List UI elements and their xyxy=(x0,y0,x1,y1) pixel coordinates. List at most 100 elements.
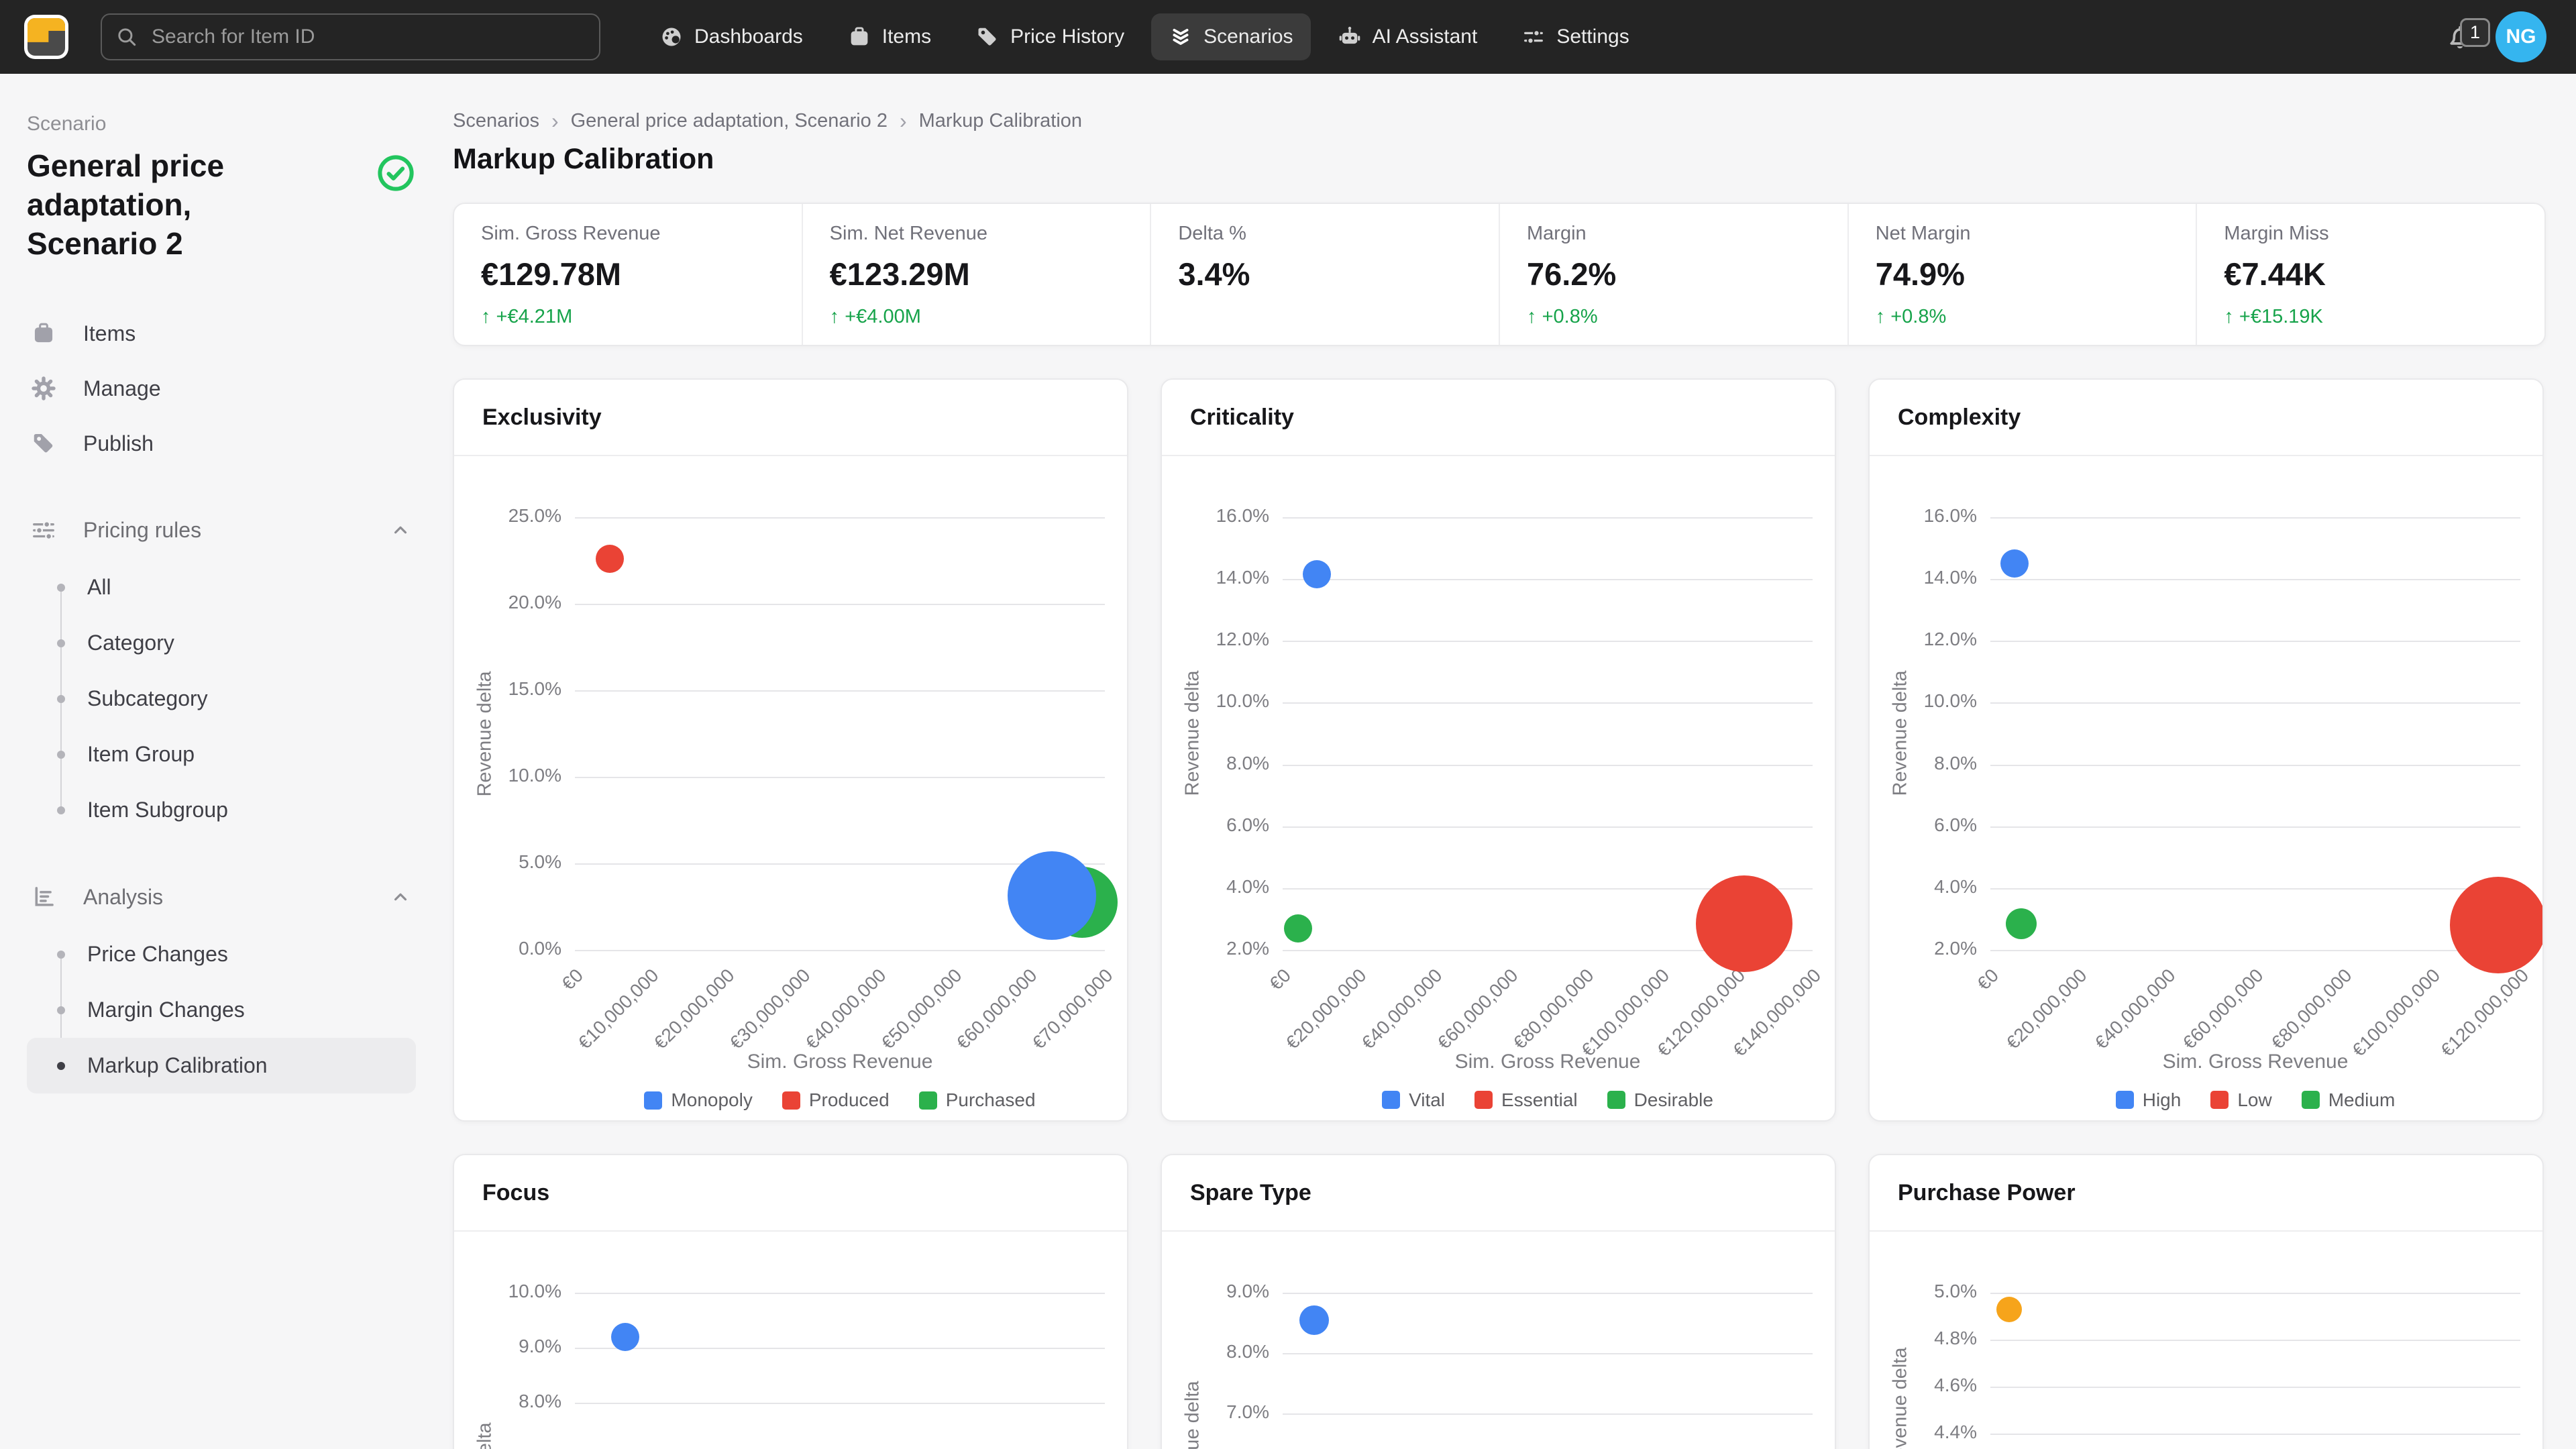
gridline xyxy=(1283,1353,1813,1354)
legend-item-low[interactable]: Low xyxy=(2210,1089,2271,1111)
sidebar-item-subcategory[interactable]: Subcategory xyxy=(27,671,416,727)
kpi-label: Sim. Net Revenue xyxy=(830,223,1124,245)
legend-item-desirable[interactable]: Desirable xyxy=(1607,1089,1713,1111)
breadcrumb-item[interactable]: General price adaptation, Scenario 2 xyxy=(571,110,888,132)
sidebar-item-label: Publish xyxy=(83,431,154,456)
avatar[interactable]: NG xyxy=(2496,11,2546,62)
kpi-label: Margin xyxy=(1527,223,1821,245)
nav-item-ai-assistant[interactable]: AI Assistant xyxy=(1320,13,1495,60)
sidebar-item-all[interactable]: All xyxy=(27,559,416,615)
app-logo-icon[interactable] xyxy=(24,15,68,59)
sidebar-group-header-pricing-rules[interactable]: Pricing rules xyxy=(27,506,416,554)
nav-item-dashboards[interactable]: Dashboards xyxy=(642,13,820,60)
gridline xyxy=(1283,1413,1813,1415)
kpi-delta: ↑ +€15.19K xyxy=(2224,306,2518,329)
y-tick-label: 9.0% xyxy=(478,1336,561,1357)
chart-title: Focus xyxy=(482,1180,549,1206)
chart-legend: High Low Medium xyxy=(1990,1089,2520,1111)
chevron-up-icon[interactable] xyxy=(389,885,412,908)
legend-label: Purchased xyxy=(946,1089,1036,1111)
y-tick-label: 25.0% xyxy=(478,505,561,527)
sidebar-item-label: Category xyxy=(27,631,174,655)
sidebar-item-item-group[interactable]: Item Group xyxy=(27,727,416,782)
bubble-high[interactable] xyxy=(2000,549,2029,578)
kpi-value: €129.78M xyxy=(481,256,775,292)
nav-item-settings[interactable]: Settings xyxy=(1504,13,1646,60)
gridline xyxy=(1283,765,1813,766)
bubble-vital[interactable] xyxy=(1303,560,1331,588)
y-tick-label: 9.0% xyxy=(1186,1281,1269,1302)
legend-label: Desirable xyxy=(1634,1089,1713,1111)
legend-item-essential[interactable]: Essential xyxy=(1474,1089,1578,1111)
legend-item-high[interactable]: High xyxy=(2116,1089,2182,1111)
sidebar-item-category[interactable]: Category xyxy=(27,615,416,671)
bubble-purchase-power[interactable] xyxy=(1996,1297,2022,1322)
nav-item-scenarios[interactable]: Scenarios xyxy=(1151,13,1310,60)
bubble-desirable[interactable] xyxy=(1284,914,1312,943)
y-tick-label: 2.0% xyxy=(1186,938,1269,959)
chart-card-complexity: Complexity16.0%14.0%12.0%10.0%8.0%6.0%4.… xyxy=(1868,378,2544,1122)
gridline xyxy=(575,1293,1105,1294)
kpi-delta: ↑ +0.8% xyxy=(1876,306,2169,329)
sidebar-item-manage[interactable]: Manage xyxy=(27,361,416,416)
kpi-label: Margin Miss xyxy=(2224,223,2518,245)
sidebar-group-label: Pricing rules xyxy=(83,518,201,543)
sidebar-item-margin-changes[interactable]: Margin Changes xyxy=(27,982,416,1038)
kpi-margin: Margin76.2%↑ +0.8% xyxy=(1499,204,1847,345)
sliders-icon xyxy=(31,517,56,543)
kpi-value: 3.4% xyxy=(1178,256,1472,292)
legend-item-medium[interactable]: Medium xyxy=(2302,1089,2396,1111)
sidebar-item-price-changes[interactable]: Price Changes xyxy=(27,926,416,982)
scenarios-icon xyxy=(1169,25,1193,49)
top-nav: DashboardsItemsPrice HistoryScenariosAI … xyxy=(0,0,2576,74)
bubble-low[interactable] xyxy=(2450,877,2544,973)
legend-item-produced[interactable]: Produced xyxy=(782,1089,890,1111)
sidebar-item-markup-calibration[interactable]: Markup Calibration xyxy=(27,1038,416,1093)
legend-item-vital[interactable]: Vital xyxy=(1382,1089,1445,1111)
bubble-spare-type[interactable] xyxy=(1299,1305,1329,1335)
nav-item-price-history[interactable]: Price History xyxy=(958,13,1142,60)
dashboards-icon xyxy=(659,25,684,49)
gridline xyxy=(1283,826,1813,828)
scenario-title: General price adaptation, Scenario 2 xyxy=(27,146,315,263)
gridline xyxy=(1990,1387,2520,1388)
search-input[interactable] xyxy=(101,13,600,60)
sidebar-item-items[interactable]: Items xyxy=(27,306,416,361)
bullet-icon xyxy=(57,695,65,703)
nav-item-label: Settings xyxy=(1556,25,1629,48)
kpi-value: €7.44K xyxy=(2224,256,2518,292)
x-tick-label: €100,000,000 xyxy=(2348,965,2445,1061)
y-tick-label: 6.0% xyxy=(1186,814,1269,836)
sidebar-item-item-subgroup[interactable]: Item Subgroup xyxy=(27,782,416,838)
sidebar-item-label: Items xyxy=(83,321,136,346)
sidebar-item-publish[interactable]: Publish xyxy=(27,416,416,471)
x-tick-label: €20,000,000 xyxy=(650,965,739,1054)
sidebar-item-label: Subcategory xyxy=(27,686,208,711)
gridline xyxy=(1990,702,2520,704)
x-tick-label: €60,000,000 xyxy=(953,965,1042,1054)
y-tick-label: 8.0% xyxy=(1186,1341,1269,1362)
bubble-produced[interactable] xyxy=(596,545,624,573)
bubble-monopoly[interactable] xyxy=(1008,851,1096,940)
bullet-icon xyxy=(57,639,65,647)
legend-item-purchased[interactable]: Purchased xyxy=(919,1089,1036,1111)
bubble-medium[interactable] xyxy=(2006,908,2037,939)
sidebar: Scenario General price adaptation, Scena… xyxy=(0,74,443,1449)
gridline xyxy=(1990,1434,2520,1435)
breadcrumb-item[interactable]: Scenarios xyxy=(453,110,539,132)
sidebar-group-header-analysis[interactable]: Analysis xyxy=(27,873,416,921)
nav-item-items[interactable]: Items xyxy=(830,13,949,60)
bullet-icon xyxy=(57,1006,65,1014)
legend-item-monopoly[interactable]: Monopoly xyxy=(644,1089,752,1111)
bubble-focus[interactable] xyxy=(611,1323,639,1351)
x-tick-label: €0 xyxy=(1265,965,1295,995)
x-tick-label: €40,000,000 xyxy=(801,965,890,1054)
y-tick-label: 8.0% xyxy=(478,1391,561,1412)
y-tick-label: 0.0% xyxy=(478,938,561,959)
sidebar-group-analysis: Analysis Price ChangesMargin ChangesMarku… xyxy=(27,873,416,1093)
bullet-icon xyxy=(57,751,65,759)
sidebar-item-label: Item Group xyxy=(27,742,195,767)
kpi-sim-net-revenue: Sim. Net Revenue€123.29M↑ +€4.00M xyxy=(802,204,1150,345)
chevron-up-icon[interactable] xyxy=(389,519,412,541)
bubble-essential[interactable] xyxy=(1696,875,1792,972)
